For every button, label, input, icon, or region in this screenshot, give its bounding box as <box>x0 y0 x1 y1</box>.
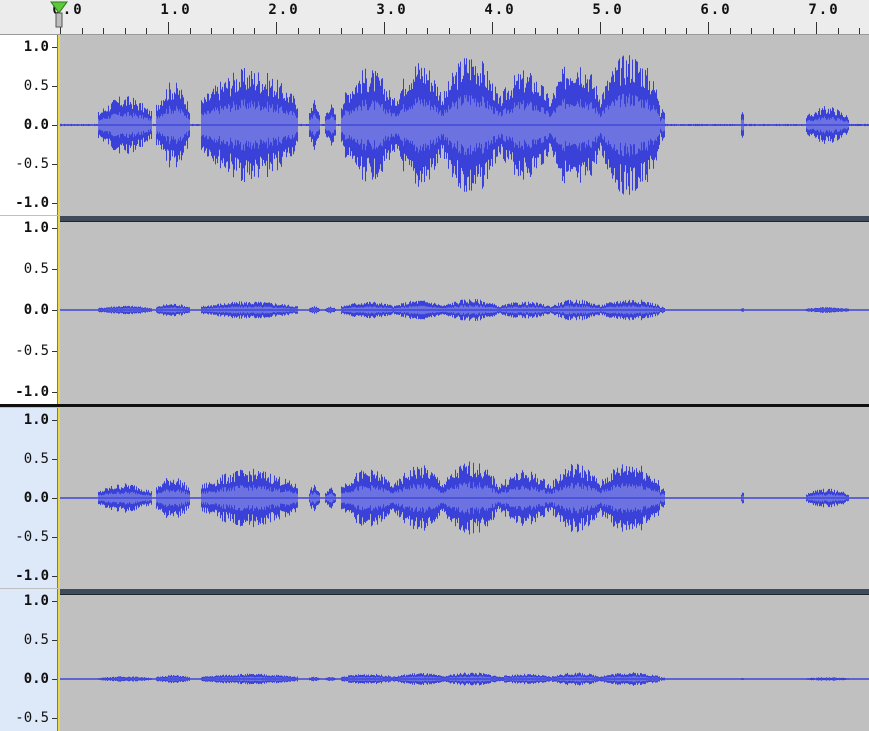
ruler-label: 6.0 <box>700 2 732 18</box>
waveform[interactable] <box>60 35 869 215</box>
ruler-label: 2.0 <box>268 2 300 18</box>
audio-track[interactable]: 1.0 0.5 0.0 -0.5 -1.0 <box>0 408 869 588</box>
ruler-tick-minor <box>232 28 234 34</box>
ruler-tick-minor <box>859 28 861 34</box>
scale-tick <box>52 269 57 270</box>
waveform[interactable] <box>60 216 869 404</box>
ruler-label: 1.0 <box>160 2 192 18</box>
scale-tick <box>52 351 57 352</box>
scale-label: 0.0 <box>23 302 49 318</box>
timeline-ruler[interactable]: 0.0 1.0 2.0 3.0 4.0 5.0 6.0 7.0 <box>0 0 869 35</box>
scale-label: -1.0 <box>15 384 49 400</box>
ruler-tick-minor <box>535 28 537 34</box>
ruler-label: 5.0 <box>592 2 624 18</box>
ruler-tick-minor <box>362 28 364 34</box>
ruler-tick-major <box>600 22 601 34</box>
scale-tick <box>52 576 57 577</box>
ruler-tick-minor <box>297 28 299 34</box>
audio-track[interactable]: 1.0 0.5 0.0 -0.5 -1.0 <box>0 35 869 215</box>
scale-label: -1.0 <box>15 568 49 584</box>
ruler-tick-minor <box>664 28 666 34</box>
ruler-tick-minor <box>837 28 839 34</box>
scale-label: 0.5 <box>23 261 49 277</box>
ruler-tick-minor <box>448 28 450 34</box>
scale-label: 1.0 <box>23 412 49 428</box>
vertical-scale[interactable]: 1.0 0.5 0.0 -0.5 -1.0 <box>0 35 58 215</box>
scale-tick <box>52 640 57 641</box>
ruler-label: 7.0 <box>808 2 840 18</box>
ruler-tick-minor <box>772 28 774 34</box>
audio-track[interactable]: 1.00.50.0-0.5-1.0 <box>0 589 869 731</box>
ruler-tick-minor <box>686 28 688 34</box>
ruler-tick-minor <box>319 28 321 34</box>
scale-label: 0.0 <box>23 671 49 687</box>
ruler-tick-major <box>384 22 385 34</box>
scale-label: -0.5 <box>15 529 49 545</box>
waveform[interactable] <box>60 589 869 731</box>
ruler-tick-minor <box>340 28 342 34</box>
ruler-tick-major <box>276 22 277 34</box>
scale-tick <box>52 47 57 48</box>
ruler-tick-major <box>168 22 169 34</box>
scale-label: -0.5 <box>15 156 49 172</box>
scale-tick <box>52 86 57 87</box>
scale-label: 1.0 <box>23 593 49 609</box>
scale-tick <box>52 718 57 719</box>
vertical-scale[interactable]: 1.00.50.0-0.5-1.0 <box>0 589 58 731</box>
ruler-tick-minor <box>211 28 213 34</box>
scale-tick <box>52 498 57 499</box>
scale-label: -0.5 <box>15 343 49 359</box>
playhead-icon[interactable] <box>50 0 68 28</box>
scale-tick <box>52 679 57 680</box>
scale-tick <box>52 459 57 460</box>
scale-label: 0.0 <box>23 490 49 506</box>
scale-label: 0.5 <box>23 451 49 467</box>
waveform[interactable] <box>60 408 869 588</box>
scale-label: 1.0 <box>23 220 49 236</box>
scale-tick <box>52 228 57 229</box>
ruler-tick-minor <box>794 28 796 34</box>
ruler-tick-minor <box>578 28 580 34</box>
scale-tick <box>52 537 57 538</box>
ruler-tick-minor <box>189 28 191 34</box>
ruler-label: 3.0 <box>376 2 408 18</box>
ruler-tick-major <box>708 22 709 34</box>
ruler-tick-minor <box>470 28 472 34</box>
scale-label: 1.0 <box>23 39 49 55</box>
ruler-tick-minor <box>81 28 83 34</box>
scale-tick <box>52 420 57 421</box>
ruler-tick-minor <box>556 28 558 34</box>
audio-track[interactable]: 1.0 0.5 0.0 -0.5 -1.0 <box>0 216 869 404</box>
scale-tick <box>52 310 57 311</box>
ruler-tick-minor <box>427 28 429 34</box>
scale-tick <box>52 164 57 165</box>
scale-label: -1.0 <box>15 195 49 211</box>
scale-label: 0.0 <box>23 117 49 133</box>
ruler-tick-minor <box>729 28 731 34</box>
scale-tick <box>52 601 57 602</box>
scale-label: 0.5 <box>23 78 49 94</box>
vertical-scale[interactable]: 1.0 0.5 0.0 -0.5 -1.0 <box>0 216 58 404</box>
scale-label: -0.5 <box>15 710 49 726</box>
ruler-tick-minor <box>146 28 148 34</box>
ruler-tick-minor <box>643 28 645 34</box>
ruler-tick-minor <box>513 28 515 34</box>
scale-tick <box>52 203 57 204</box>
ruler-tick-minor <box>254 28 256 34</box>
ruler-tick-major <box>816 22 817 34</box>
scale-label: 0.5 <box>23 632 49 648</box>
scale-tick <box>52 392 57 393</box>
ruler-tick-minor <box>103 28 105 34</box>
track-divider[interactable] <box>0 404 869 407</box>
ruler-tick-minor <box>405 28 407 34</box>
scale-tick <box>52 125 57 126</box>
ruler-tick-major <box>492 22 493 34</box>
ruler-tick-minor <box>124 28 126 34</box>
ruler-tick-minor <box>751 28 753 34</box>
ruler-label: 4.0 <box>484 2 516 18</box>
vertical-scale[interactable]: 1.0 0.5 0.0 -0.5 -1.0 <box>0 408 58 588</box>
ruler-tick-minor <box>621 28 623 34</box>
